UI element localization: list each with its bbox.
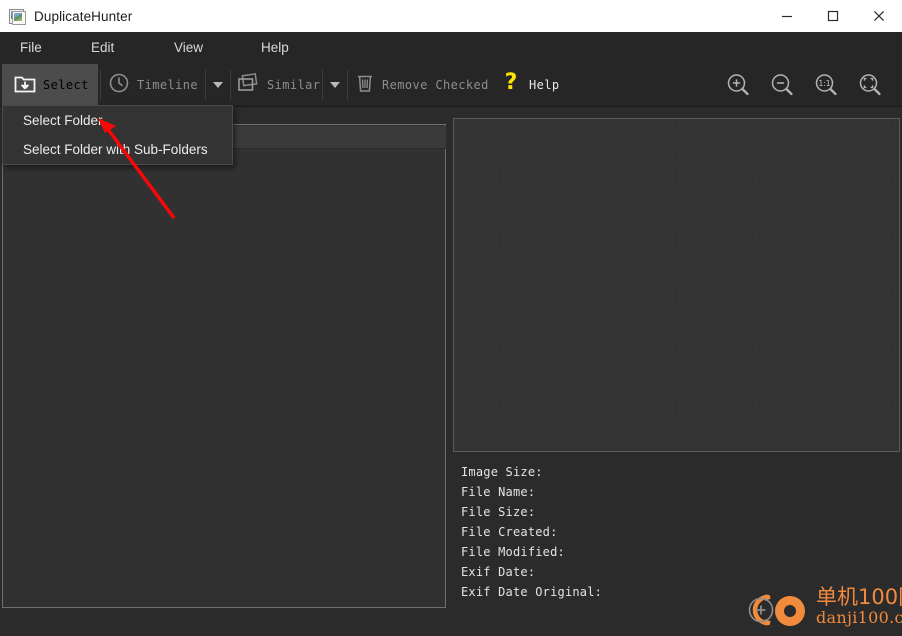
- zoom-in-button[interactable]: [716, 64, 760, 105]
- metadata-panel: Image Size: File Name: File Size: File C…: [461, 462, 891, 602]
- window-controls: [764, 0, 902, 32]
- metadata-row: File Created:: [461, 525, 558, 539]
- chevron-down-icon: [213, 81, 223, 88]
- toolbar-separator: [100, 70, 101, 100]
- select-button-label: Select: [43, 77, 89, 92]
- timeline-button-label: Timeline: [137, 77, 198, 92]
- toolbar-separator: [347, 70, 348, 100]
- clock-icon: [108, 72, 130, 97]
- window-title: DuplicateHunter: [34, 8, 133, 24]
- timeline-button[interactable]: Timeline: [108, 64, 198, 105]
- select-dropdown-menu: Select Folder Select Folder with Sub-Fol…: [2, 105, 233, 165]
- title-bar: DuplicateHunter: [0, 0, 902, 33]
- duplicates-list-panel[interactable]: [2, 124, 446, 608]
- minimize-button[interactable]: [764, 0, 810, 32]
- zoom-toolbar: 1:1: [716, 64, 892, 105]
- watermark-logo-icon: [738, 587, 814, 631]
- zoom-actual-button[interactable]: 1:1: [804, 64, 848, 105]
- timeline-dropdown-arrow[interactable]: [206, 64, 230, 105]
- menu-item-file[interactable]: File: [20, 32, 42, 64]
- watermark-en-text: danji100.com: [816, 608, 902, 627]
- select-button[interactable]: Select: [2, 64, 98, 105]
- photos-app-icon: [9, 8, 26, 25]
- question-mark-icon: ?: [500, 70, 522, 98]
- help-button[interactable]: ? Help: [500, 64, 560, 105]
- watermark-text: 单机100网 danji100.com: [816, 585, 902, 627]
- similar-button[interactable]: Similar: [236, 64, 320, 105]
- image-preview-panel[interactable]: [453, 118, 900, 452]
- close-button[interactable]: [856, 0, 902, 32]
- similar-dropdown-arrow[interactable]: [323, 64, 347, 105]
- maximize-button[interactable]: [810, 0, 856, 32]
- photo-stack-icon: [236, 73, 260, 96]
- help-button-label: Help: [529, 77, 560, 92]
- svg-text:?: ?: [505, 71, 518, 95]
- metadata-row: File Modified:: [461, 545, 565, 559]
- duplicatehunter-window: DuplicateHunter File Edit View Help Sele…: [0, 0, 902, 632]
- svg-text:1:1: 1:1: [818, 79, 830, 88]
- menu-item-select-folder-with-subfolders[interactable]: Select Folder with Sub-Folders: [3, 135, 232, 164]
- chevron-down-icon: [330, 81, 340, 88]
- toolbar-separator: [230, 70, 231, 100]
- menu-item-select-folder[interactable]: Select Folder: [3, 106, 232, 135]
- watermark-cn-text: 单机100网: [816, 585, 902, 609]
- toolbar: Select Timeline Similar Remove Checked ?…: [0, 64, 902, 107]
- trash-icon: [355, 72, 375, 97]
- folder-download-icon: [14, 73, 36, 96]
- remove-checked-button-label: Remove Checked: [382, 77, 489, 92]
- menu-bar: File Edit View Help: [0, 32, 902, 64]
- metadata-row: Image Size:: [461, 465, 543, 479]
- menu-item-view[interactable]: View: [174, 32, 203, 64]
- similar-button-label: Similar: [267, 77, 321, 92]
- metadata-row: Exif Date:: [461, 565, 536, 579]
- zoom-fit-button[interactable]: [848, 64, 892, 105]
- watermark: 单机100网 danji100.com: [738, 585, 902, 632]
- metadata-row: File Name:: [461, 485, 536, 499]
- zoom-out-button[interactable]: [760, 64, 804, 105]
- menu-item-edit[interactable]: Edit: [91, 32, 114, 64]
- remove-checked-button[interactable]: Remove Checked: [355, 64, 489, 105]
- menu-item-help[interactable]: Help: [261, 32, 289, 64]
- metadata-row: File Size:: [461, 505, 536, 519]
